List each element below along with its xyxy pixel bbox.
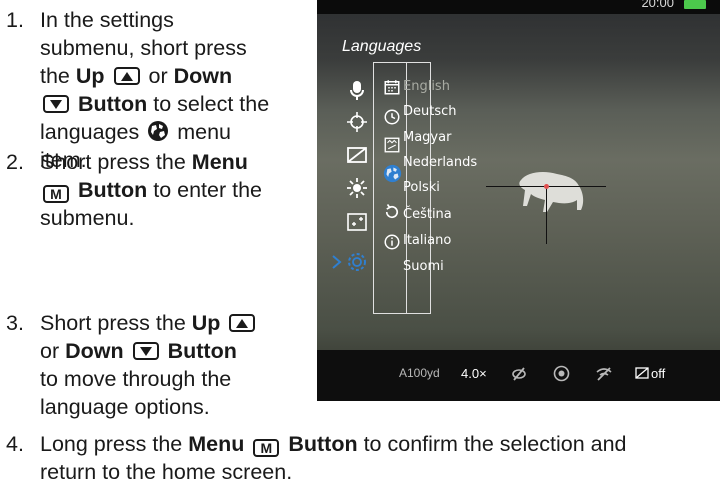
language-option-nederlands[interactable]: Nederlands	[403, 155, 477, 170]
step-number: 2.	[6, 150, 24, 174]
language-option-polski[interactable]: Polski	[403, 180, 440, 195]
language-option-magyar[interactable]: Magyar	[403, 130, 451, 145]
info-icon[interactable]	[383, 233, 401, 251]
menu-button-icon: M	[43, 185, 69, 203]
step-text: Short press the Menu M Button to enter t…	[40, 150, 262, 230]
crosshair-vertical	[546, 186, 547, 244]
auto-mode-icon	[553, 365, 570, 382]
microphone-icon[interactable]	[345, 78, 369, 102]
step-number: 1.	[6, 8, 24, 32]
device-screen: 20:00 Languages English Deutsch Magyar N…	[317, 0, 720, 401]
menu-button-icon: M	[253, 439, 280, 457]
display-off-icon[interactable]	[345, 143, 369, 167]
crosshair-center-dot	[544, 184, 549, 189]
eye-off-icon	[512, 367, 526, 381]
globe-icon[interactable]	[383, 164, 402, 183]
zoom-box-icon[interactable]	[345, 210, 369, 234]
reset-icon[interactable]	[383, 203, 401, 221]
crosshair-icon[interactable]	[345, 110, 369, 134]
calendar-icon[interactable]	[383, 78, 401, 96]
language-option-deutsch[interactable]: Deutsch	[403, 104, 457, 119]
up-button-icon	[113, 67, 140, 85]
range-readout: A100yd	[399, 366, 440, 380]
wifi-off-icon	[596, 367, 612, 381]
brightness-icon[interactable]	[345, 176, 369, 200]
step-number: 3.	[6, 311, 24, 335]
language-option-cestina[interactable]: Čeština	[403, 207, 452, 222]
menu-title: Languages	[342, 38, 422, 55]
clock-readout: 20:00	[641, 0, 674, 10]
units-icon[interactable]	[383, 136, 401, 154]
language-option-suomi[interactable]: Suomi	[403, 259, 444, 274]
display-off-status-icon	[635, 367, 649, 379]
settings-icon[interactable]	[345, 250, 369, 274]
down-button-icon	[132, 342, 159, 360]
step-text: Short press the Up or Down Button to mov…	[40, 309, 258, 421]
clock-icon[interactable]	[383, 108, 401, 126]
animal-silhouette	[519, 172, 584, 212]
battery-icon	[684, 0, 706, 9]
globe-icon	[148, 121, 169, 141]
step-number: 4.	[6, 432, 24, 456]
up-button-icon	[229, 314, 256, 332]
step-text: Long press the Menu M Button to confirm …	[40, 432, 627, 484]
zoom-readout: 4.0×	[461, 366, 487, 381]
status-bottom-bar: A100yd 4.0× off	[317, 350, 720, 401]
status-top-bar: 20:00	[317, 0, 720, 14]
language-option-english[interactable]: English	[403, 79, 450, 94]
display-off-label: off	[651, 366, 666, 381]
down-button-icon	[43, 95, 69, 113]
chevron-right-icon	[332, 255, 342, 269]
language-option-italiano[interactable]: Italiano	[403, 233, 451, 248]
